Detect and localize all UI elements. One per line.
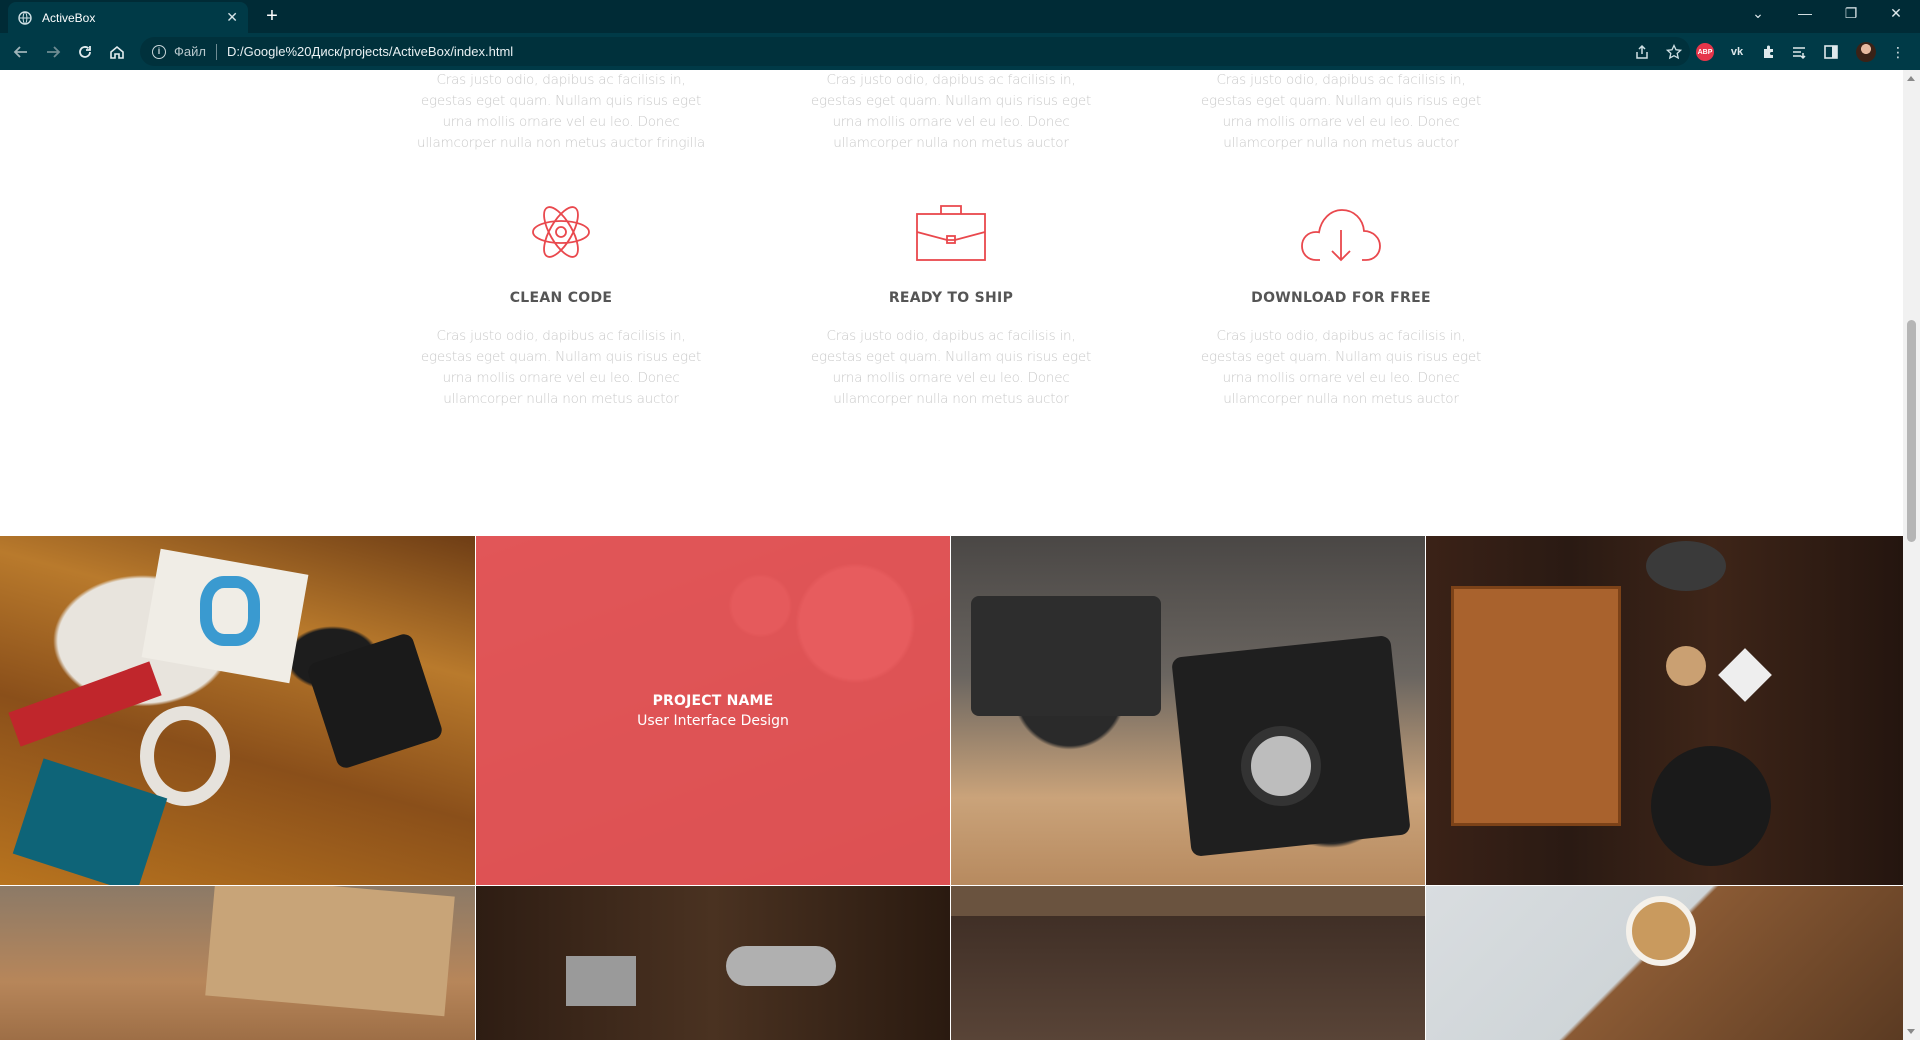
feature-column-top-2: Cras justo odio, dapibus ac facilisis in… <box>801 70 1101 154</box>
crate-label-shape <box>205 886 455 1017</box>
feature-description: Cras justo odio, dapibus ac facilisis in… <box>810 328 1092 407</box>
address-url: D:/Google%20Диск/projects/ActiveBox/inde… <box>226 44 514 59</box>
side-panel-icon[interactable] <box>1822 43 1840 61</box>
feature-description: Cras justo odio, dapibus ac facilisis in… <box>1200 72 1482 151</box>
browser-toolbar: i Файл D:/Google%20Диск/projects/ActiveB… <box>0 33 1920 70</box>
portfolio-tile-desk-flatlay[interactable] <box>0 536 475 885</box>
adblock-label: ABP <box>1697 48 1713 56</box>
project-name: PROJECT NAME <box>652 692 774 709</box>
profile-avatar[interactable] <box>1856 42 1876 62</box>
flashlight-shape <box>726 946 836 986</box>
camera-shape <box>305 631 445 771</box>
cloud-download-icon <box>1301 209 1381 262</box>
scroll-up-arrow-icon[interactable] <box>1907 76 1915 81</box>
briefcase-icon <box>916 205 986 261</box>
new-tab-icon[interactable]: + <box>262 6 282 26</box>
feature-clean-code: CLEAN CODE Cras justo odio, dapibus ac f… <box>411 200 711 410</box>
portfolio-tile-letterpress-type[interactable] <box>951 886 1425 1040</box>
site-info-icon[interactable]: i <box>152 44 166 59</box>
bookmark-star-icon[interactable] <box>1665 43 1683 63</box>
feature-title: DOWNLOAD FOR FREE <box>1251 290 1431 306</box>
tab-close-icon[interactable]: ✕ <box>226 9 238 26</box>
globe-icon <box>18 10 32 25</box>
restore-icon[interactable]: ❐ <box>1841 5 1861 22</box>
address-scheme: Файл <box>174 44 206 59</box>
feature-description: Cras justo odio, dapibus ac facilisis in… <box>417 72 705 151</box>
feature-ready-to-ship: READY TO SHIP Cras justo odio, dapibus a… <box>801 200 1101 410</box>
feature-title: CLEAN CODE <box>509 290 613 306</box>
address-bar[interactable]: i Файл D:/Google%20Диск/projects/ActiveB… <box>140 37 1690 66</box>
feature-column-top-1: Cras justo odio, dapibus ac facilisis in… <box>411 70 711 154</box>
portfolio-tile-featured[interactable]: PROJECT NAME User Interface Design <box>476 536 950 885</box>
minimize-icon[interactable]: — <box>1795 5 1815 21</box>
back-arrow-icon[interactable] <box>10 41 32 63</box>
cutting-board-shape <box>1451 586 1621 826</box>
spice-bowl-shape <box>1666 646 1706 686</box>
vk-icon[interactable]: vk <box>1728 43 1746 61</box>
pennant-shape <box>8 661 162 747</box>
forward-arrow-icon[interactable] <box>42 41 64 63</box>
scrollbar-thumb[interactable] <box>1907 320 1916 542</box>
window-close-icon[interactable]: ✕ <box>1886 5 1906 22</box>
address-separator <box>215 43 217 60</box>
tab-strip: ActiveBox ✕ + ⌄ — ❐ ✕ <box>0 0 1920 33</box>
feature-description: Cras justo odio, dapibus ac facilisis in… <box>420 328 702 407</box>
portfolio-tile-kitchen-table[interactable] <box>1426 536 1903 885</box>
portfolio-tile-coffee-table[interactable] <box>1426 886 1903 1040</box>
axe-head-shape <box>566 956 636 1006</box>
shelf-shape <box>951 886 1425 916</box>
feature-column-top-3: Cras justo odio, dapibus ac facilisis in… <box>1191 70 1491 154</box>
atom-icon <box>532 206 590 258</box>
salt-dish-shape <box>1718 648 1772 702</box>
portfolio-tile-old-tools[interactable] <box>476 886 950 1040</box>
portfolio-tile-vintage-cameras[interactable] <box>951 536 1425 885</box>
feature-download-for-free: DOWNLOAD FOR FREE Cras justo odio, dapib… <box>1191 200 1491 410</box>
mortar-shape <box>1646 541 1726 591</box>
ampersand-shape <box>140 706 230 806</box>
portfolio-tile-codfish-box[interactable] <box>0 886 475 1040</box>
reading-list-icon[interactable] <box>1790 43 1808 61</box>
portfolio-hover-overlay: PROJECT NAME User Interface Design <box>476 536 950 885</box>
reload-icon[interactable] <box>74 41 96 63</box>
browser-chrome: ActiveBox ✕ + ⌄ — ❐ ✕ i Файл D:/Google%2… <box>0 0 1920 70</box>
tab-title: ActiveBox <box>42 10 96 25</box>
browser-menu-icon[interactable]: ⋮ <box>1889 43 1907 61</box>
scroll-down-arrow-icon[interactable] <box>1907 1029 1915 1034</box>
camera-left-shape <box>971 596 1161 716</box>
lens-shape <box>1241 726 1321 806</box>
page-viewport: Cras justo odio, dapibus ac facilisis in… <box>0 70 1903 1040</box>
home-icon[interactable] <box>106 41 128 63</box>
browser-tab[interactable]: ActiveBox ✕ <box>8 2 248 33</box>
adblock-icon[interactable]: ABP <box>1696 43 1714 61</box>
graphic-26-shape <box>200 576 260 646</box>
feature-description: Cras justo odio, dapibus ac facilisis in… <box>810 72 1092 151</box>
pan-shape <box>1651 746 1771 866</box>
feature-title: READY TO SHIP <box>888 290 1014 306</box>
vertical-scrollbar[interactable] <box>1903 70 1920 1040</box>
share-icon[interactable] <box>1634 44 1650 63</box>
feature-description: Cras justo odio, dapibus ac facilisis in… <box>1200 328 1482 407</box>
latte-cup-shape <box>1626 896 1696 966</box>
extensions-puzzle-icon[interactable] <box>1760 43 1778 61</box>
project-category: User Interface Design <box>637 712 789 729</box>
tab-search-chevron-icon[interactable]: ⌄ <box>1748 5 1768 22</box>
